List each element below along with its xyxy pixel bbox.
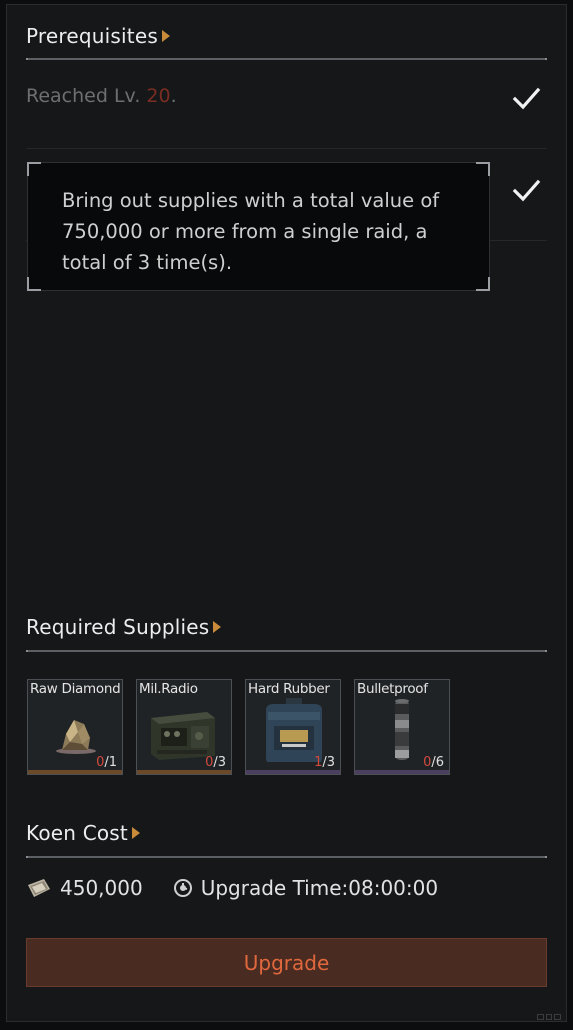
supply-name: Bulletproof: [357, 681, 428, 697]
bulletproof-fabric-roll-icon: [395, 699, 409, 760]
supply-count: 0/1: [96, 755, 117, 770]
tooltip-corner: [27, 162, 41, 176]
prerequisite-level-text: Reached Lv. 20.: [26, 85, 177, 107]
prerequisites-label: Prerequisites: [26, 24, 158, 48]
supply-name: Hard Rubber: [248, 681, 330, 697]
supply-slot-bulletproof[interactable]: Bulletproof 0/6: [354, 679, 450, 775]
supply-need: /3: [322, 755, 335, 770]
tooltip-corner: [27, 277, 41, 291]
supply-name: Mil.Radio: [139, 681, 198, 697]
supplies-list: Raw Diamond 0/1 Mil.Radio 0/3 Hard Rubbe…: [27, 679, 450, 775]
required-supplies-label: Required Supplies: [26, 615, 210, 639]
required-supplies-title[interactable]: Required Supplies: [26, 615, 222, 639]
resize-grip-icon[interactable]: [537, 1014, 562, 1020]
rarity-bar: [137, 770, 231, 774]
prerequisite-level-value: 20: [146, 85, 171, 107]
raw-diamond-icon: [56, 720, 96, 754]
supply-slot-mil-radio[interactable]: Mil.Radio 0/3: [136, 679, 232, 775]
koen-banknote-icon: [28, 879, 50, 897]
supply-need: /3: [213, 755, 226, 770]
prerequisite-level-prefix: Reached Lv.: [26, 85, 147, 107]
koen-cost-label: Koen Cost: [26, 821, 128, 845]
tooltip-text: Bring out supplies with a total value of…: [62, 189, 440, 274]
supply-need: /1: [104, 755, 117, 770]
expand-arrow-icon: [161, 30, 170, 42]
supply-need: /6: [431, 755, 444, 770]
prerequisite-row-level: Reached Lv. 20.: [26, 57, 547, 149]
supply-name: Raw Diamond: [30, 681, 121, 697]
expand-arrow-icon: [131, 827, 140, 839]
military-radio-icon: [151, 712, 215, 760]
koen-cost-title[interactable]: Koen Cost: [26, 821, 140, 845]
koen-divider: [26, 856, 547, 858]
upgrade-button[interactable]: Upgrade: [26, 938, 547, 987]
koen-amount: 450,000: [60, 876, 143, 900]
upgrade-time: Upgrade Time:08:00:00: [200, 876, 439, 900]
rarity-bar: [246, 770, 340, 774]
prerequisite-level-suffix: .: [170, 85, 177, 107]
supply-count: 0/6: [423, 755, 444, 770]
supply-count: 1/3: [314, 755, 335, 770]
checkmark-icon: [512, 87, 541, 110]
prerequisites-title[interactable]: Prerequisites: [26, 24, 170, 48]
cost-row: 450,000 Upgrade Time:08:00:00: [26, 876, 438, 900]
tooltip-corner: [476, 277, 490, 291]
rarity-bar: [355, 770, 449, 774]
hard-rubber-canister-icon: [266, 698, 322, 762]
clock-icon: [173, 879, 192, 897]
supply-count: 0/3: [205, 755, 226, 770]
tooltip-corner: [476, 162, 490, 176]
prerequisite-tooltip: Bring out supplies with a total value of…: [27, 162, 490, 291]
supplies-divider: [26, 650, 547, 652]
supply-slot-raw-diamond[interactable]: Raw Diamond 0/1: [27, 679, 123, 775]
supply-slot-hard-rubber[interactable]: Hard Rubber 1/3: [245, 679, 341, 775]
checkmark-icon: [512, 179, 541, 202]
expand-arrow-icon: [213, 621, 222, 633]
rarity-bar: [28, 770, 122, 774]
